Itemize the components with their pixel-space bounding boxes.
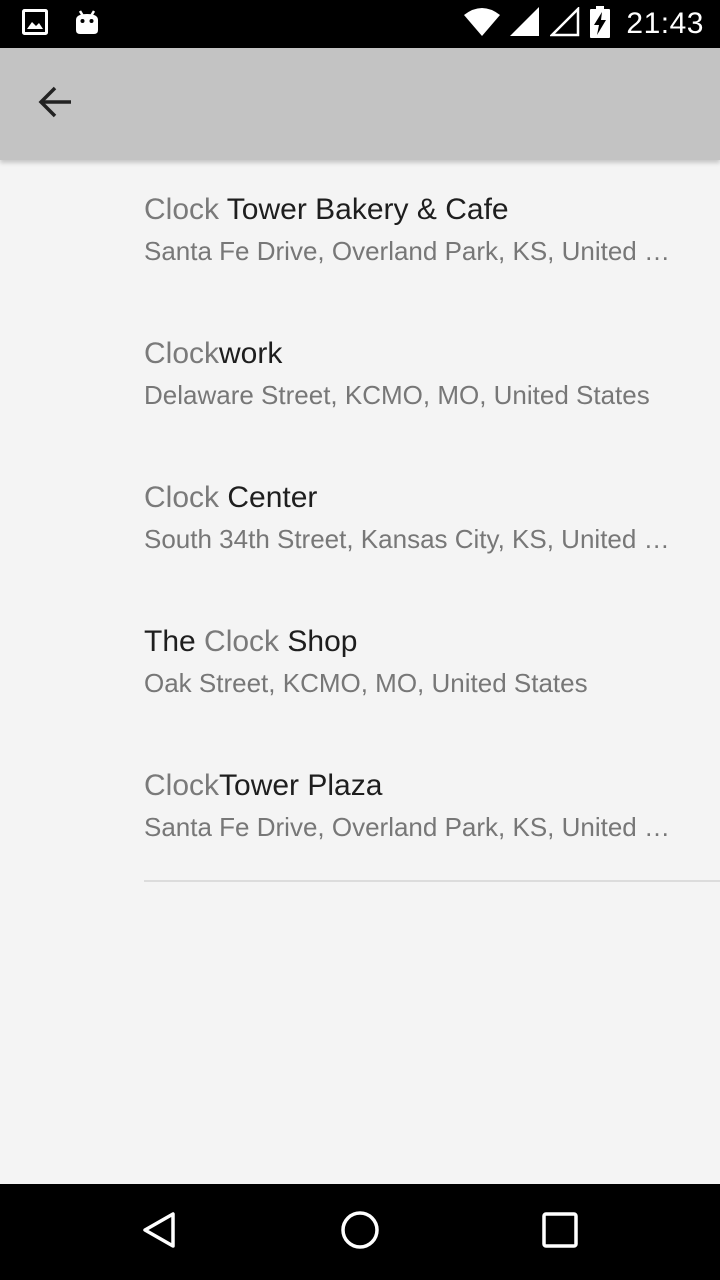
status-bar: 21:43	[0, 0, 720, 48]
list-item[interactable]: ClockTower Plaza Santa Fe Drive, Overlan…	[0, 736, 720, 880]
battery-charging-icon	[590, 5, 611, 43]
nav-recents-button[interactable]	[530, 1202, 590, 1262]
status-time: 21:43	[626, 7, 704, 40]
list-item[interactable]: Clock Center South 34th Street, Kansas C…	[0, 448, 720, 592]
result-title: Clockwork	[144, 337, 283, 370]
image-icon	[22, 8, 48, 40]
result-title: ClockTower Plaza	[144, 769, 383, 802]
app-bar	[0, 48, 720, 160]
list-item[interactable]: Clock Tower Bakery & Cafe Santa Fe Drive…	[0, 160, 720, 304]
nav-back-button[interactable]	[130, 1202, 190, 1262]
recents-square-icon	[542, 1211, 578, 1253]
result-address: Oak Street, KCMO, MO, United States	[144, 668, 588, 698]
result-address: South 34th Street, Kansas City, KS, Unit…	[144, 524, 680, 554]
query-match: Clock	[204, 625, 280, 658]
home-circle-icon	[340, 1210, 380, 1255]
query-match: Clock	[144, 769, 220, 802]
query-match: Clock	[144, 337, 220, 370]
result-address: Santa Fe Drive, Overland Park, KS, Unite…	[144, 236, 680, 266]
nav-home-button[interactable]	[330, 1202, 390, 1262]
signal-empty-icon	[549, 5, 580, 42]
result-title: Clock Tower Bakery & Cafe	[144, 193, 509, 226]
list-item[interactable]: The Clock Shop Oak Street, KCMO, MO, Uni…	[0, 592, 720, 736]
query-match: Clock	[144, 193, 220, 226]
back-triangle-icon	[140, 1210, 180, 1255]
list-item[interactable]: Clockwork Delaware Street, KCMO, MO, Uni…	[0, 304, 720, 448]
list-divider	[144, 880, 720, 882]
results-list: Clock Tower Bakery & Cafe Santa Fe Drive…	[0, 160, 720, 880]
result-title: Clock Center	[144, 481, 318, 514]
result-address: Delaware Street, KCMO, MO, United States	[144, 380, 650, 410]
wifi-icon	[464, 7, 501, 41]
result-address: Santa Fe Drive, Overland Park, KS, Unite…	[144, 812, 680, 842]
back-button[interactable]	[22, 70, 90, 138]
navigation-bar	[0, 1184, 720, 1280]
result-title: The Clock Shop	[144, 625, 358, 658]
android-icon	[74, 8, 100, 41]
query-match: Clock	[144, 481, 220, 514]
signal-full-icon	[510, 6, 540, 42]
arrow-back-icon	[38, 86, 74, 123]
